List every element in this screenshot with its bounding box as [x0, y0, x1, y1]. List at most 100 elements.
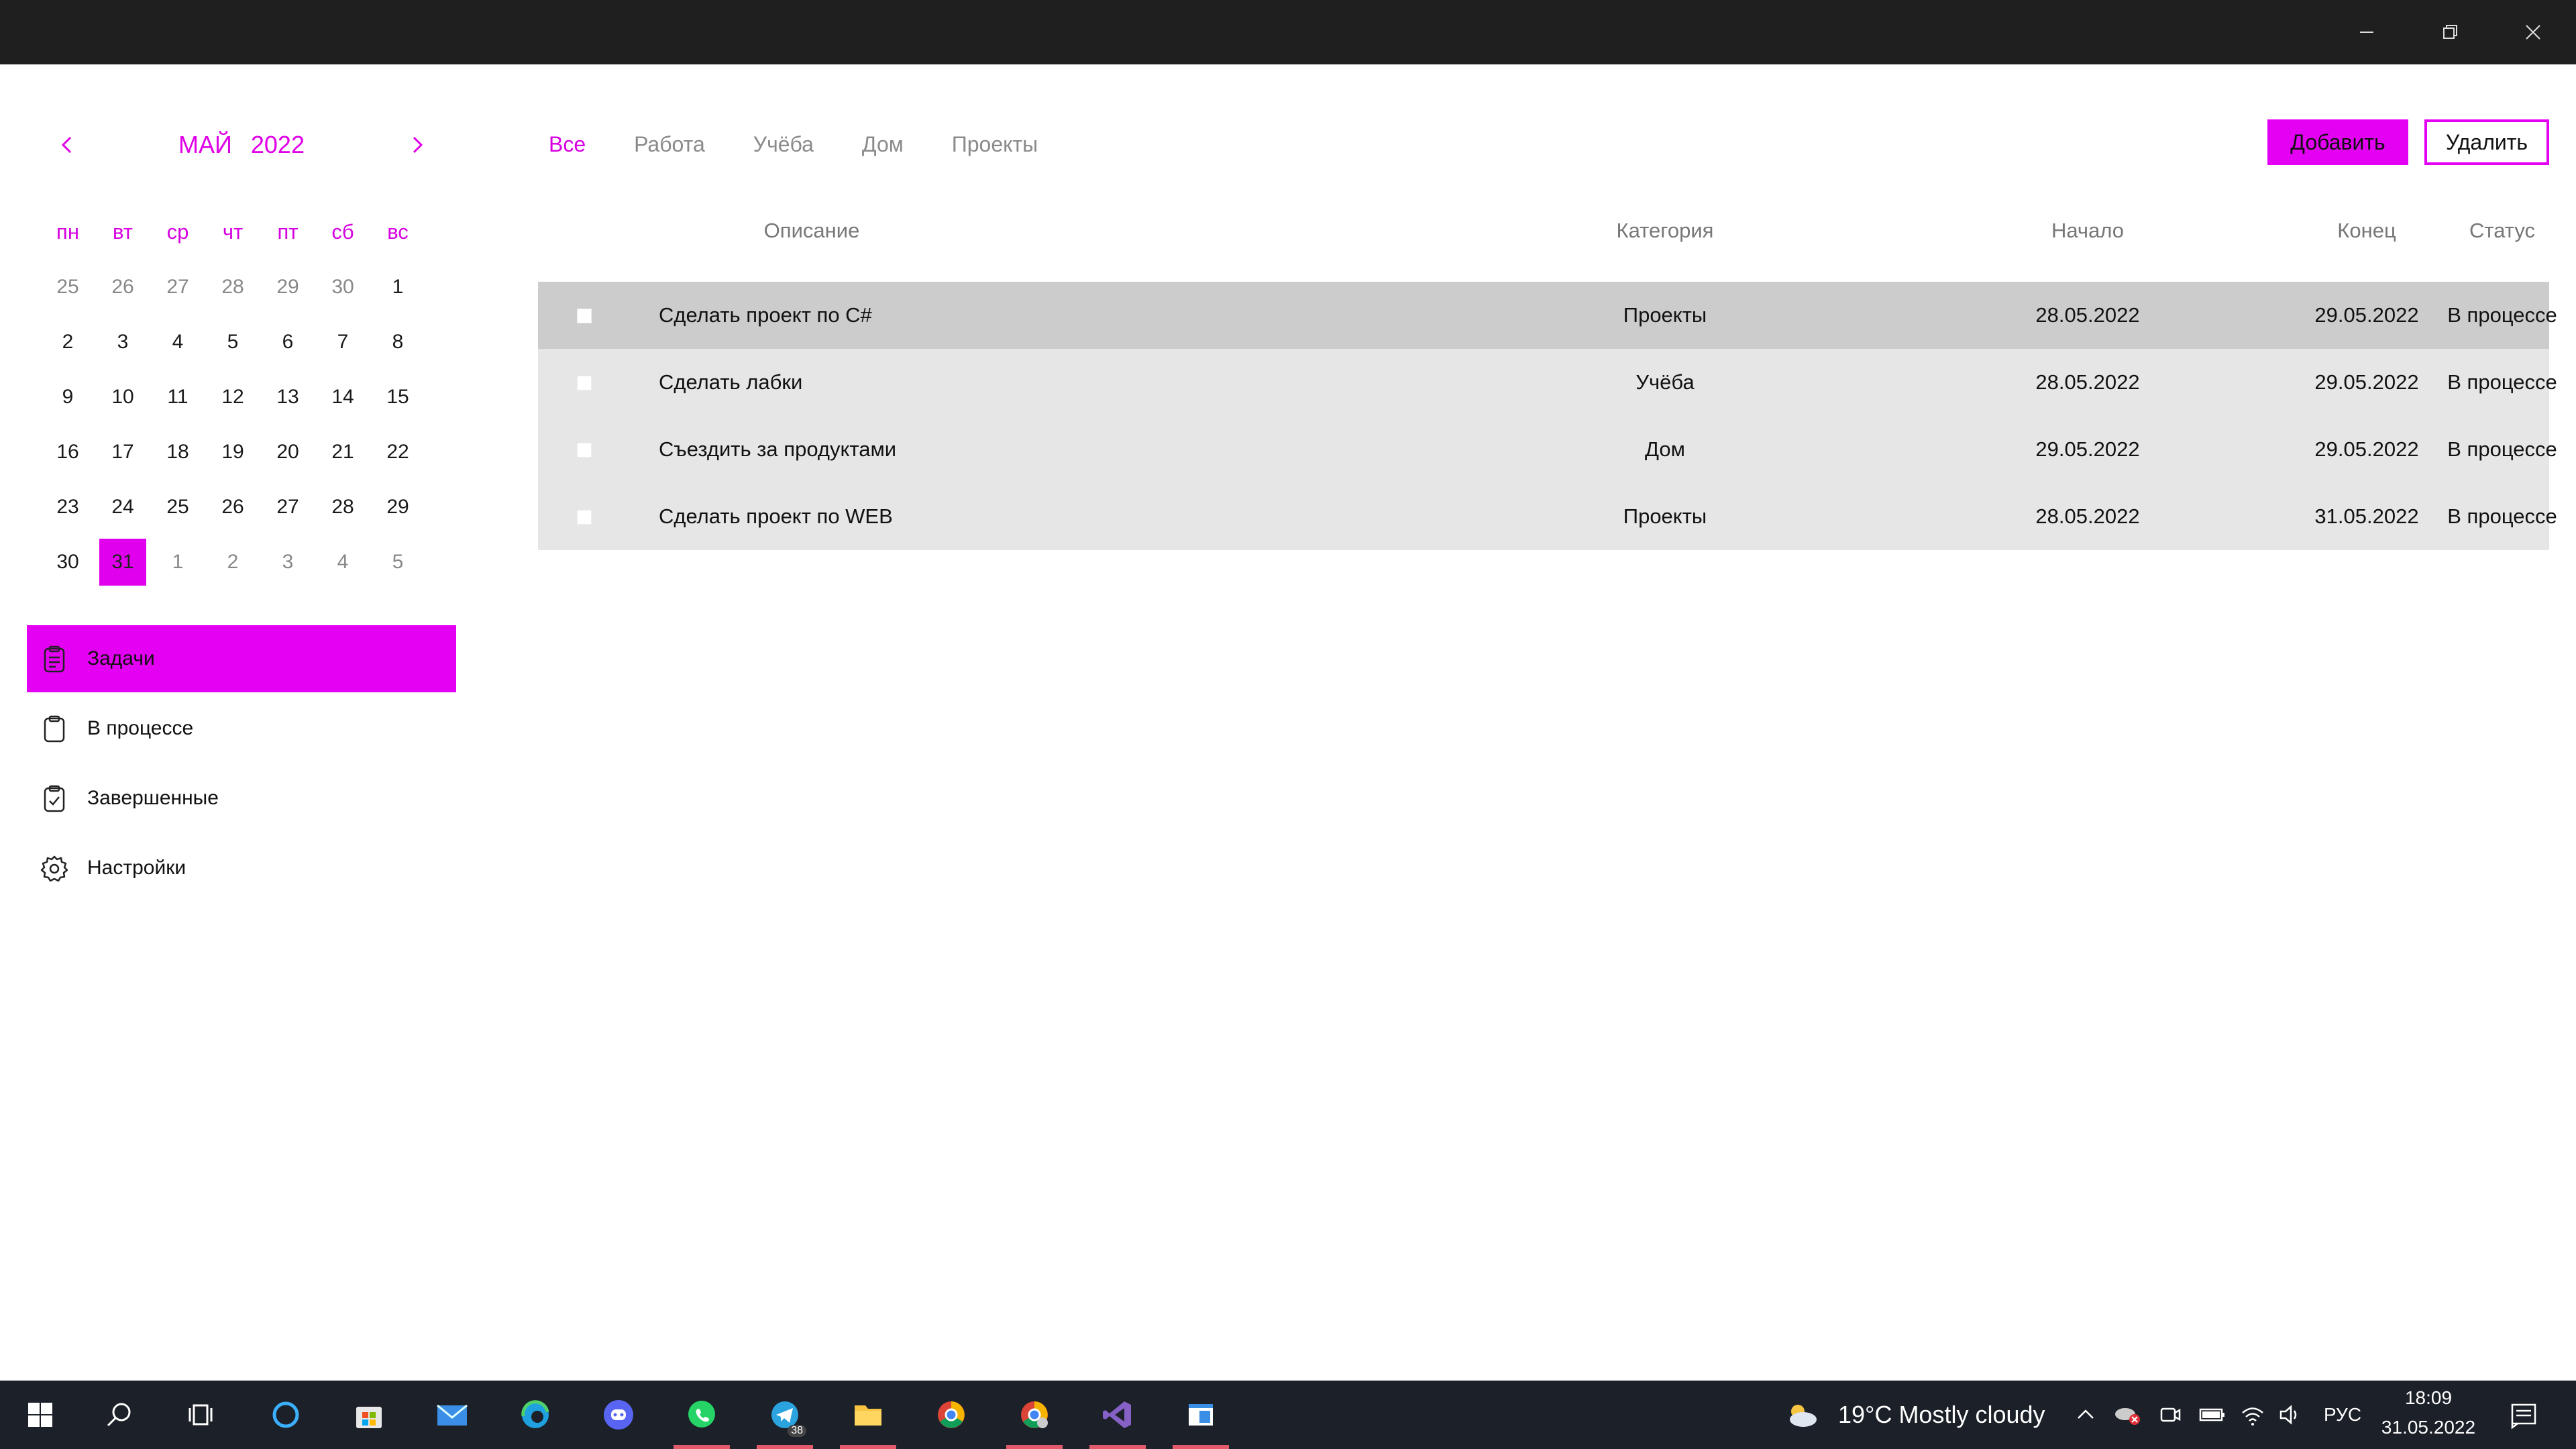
cortana-button[interactable] [246, 1381, 326, 1449]
edge-app-button[interactable] [495, 1381, 576, 1449]
calendar-day[interactable]: 28 [315, 480, 370, 535]
calendar-day[interactable]: 1 [150, 535, 205, 590]
calendar-day[interactable]: 1 [370, 260, 425, 315]
calendar-day[interactable]: 4 [315, 535, 370, 590]
column-header-status[interactable]: Статус [2402, 209, 2576, 252]
nav-item-in-progress[interactable]: В процессе [27, 695, 456, 762]
calendar-day[interactable]: 16 [40, 425, 95, 480]
calendar-day[interactable]: 6 [260, 315, 315, 370]
calendar-day[interactable]: 26 [205, 480, 260, 535]
store-icon [356, 1407, 382, 1428]
visual-studio-app-button[interactable] [1077, 1381, 1158, 1449]
calendar-day[interactable]: 29 [370, 480, 425, 535]
row-checkbox[interactable] [577, 376, 592, 390]
mail-app-button[interactable] [412, 1381, 492, 1449]
column-header-description[interactable]: Описание [704, 209, 919, 252]
selected-day-label: 31 [99, 539, 146, 586]
row-checkbox[interactable] [577, 510, 592, 525]
calendar-day[interactable]: 25 [150, 480, 205, 535]
tab-home[interactable]: Дом [862, 132, 904, 157]
calendar-day[interactable]: 13 [260, 370, 315, 425]
delete-button[interactable]: Удалить [2424, 119, 2549, 165]
calendar-day[interactable]: 30 [40, 535, 95, 590]
calendar-day[interactable]: 10 [95, 370, 150, 425]
calendar-day[interactable]: 5 [205, 315, 260, 370]
nav-label: Задачи [87, 647, 155, 669]
calendar-day[interactable]: 15 [370, 370, 425, 425]
calendar-day[interactable]: 8 [370, 315, 425, 370]
calendar-day[interactable]: 5 [370, 535, 425, 590]
calendar-day-selected[interactable]: 31 [95, 535, 150, 590]
calendar-day[interactable]: 3 [95, 315, 150, 370]
calendar-day[interactable]: 18 [150, 425, 205, 480]
search-button[interactable] [79, 1381, 160, 1449]
table-row[interactable]: Сделать проект по C# Проекты 28.05.2022 … [538, 282, 2557, 349]
volume-icon[interactable] [2278, 1403, 2302, 1426]
calendar-day[interactable]: 28 [205, 260, 260, 315]
whatsapp-app-button[interactable] [661, 1381, 742, 1449]
input-language[interactable]: РУС [2324, 1381, 2361, 1449]
taskbar-clock[interactable]: 18:09 31.05.2022 [2375, 1383, 2482, 1448]
table-row[interactable]: Сделать проект по WEB Проекты 28.05.2022… [538, 483, 2557, 550]
calendar-day[interactable]: 11 [150, 370, 205, 425]
active-app-button[interactable] [1161, 1381, 1241, 1449]
add-button[interactable]: Добавить [2267, 119, 2408, 165]
calendar-day[interactable]: 2 [40, 315, 95, 370]
clipboard-check-icon [39, 784, 70, 814]
calendar-day[interactable]: 17 [95, 425, 150, 480]
calendar-day[interactable]: 14 [315, 370, 370, 425]
chrome-app-button[interactable] [911, 1381, 991, 1449]
table-row[interactable]: Съездить за продуктами Дом 29.05.2022 29… [538, 416, 2557, 483]
explorer-app-button[interactable] [828, 1381, 908, 1449]
close-button[interactable] [2491, 0, 2575, 64]
chevron-up-icon[interactable] [2076, 1405, 2096, 1425]
calendar-day[interactable]: 23 [40, 480, 95, 535]
cell-description: Съездить за продуктами [659, 437, 897, 461]
start-button[interactable] [0, 1381, 80, 1449]
calendar-day[interactable]: 21 [315, 425, 370, 480]
calendar-day[interactable]: 3 [260, 535, 315, 590]
calendar-day[interactable]: 27 [260, 480, 315, 535]
store-app-button[interactable] [329, 1381, 409, 1449]
meet-now-icon[interactable] [2159, 1403, 2182, 1426]
calendar-day[interactable]: 27 [150, 260, 205, 315]
calendar-day[interactable]: 4 [150, 315, 205, 370]
nav-item-settings[interactable]: Настройки [27, 835, 456, 902]
calendar-day[interactable]: 25 [40, 260, 95, 315]
minimize-button[interactable] [2325, 0, 2408, 64]
battery-icon[interactable] [2199, 1405, 2226, 1425]
calendar-day[interactable]: 30 [315, 260, 370, 315]
onedrive-error-icon[interactable] [2113, 1402, 2141, 1428]
calendar-day[interactable]: 22 [370, 425, 425, 480]
chrome-profile-app-button[interactable] [994, 1381, 1075, 1449]
tab-projects[interactable]: Проекты [952, 132, 1038, 157]
calendar-day[interactable]: 29 [260, 260, 315, 315]
calendar-day[interactable]: 12 [205, 370, 260, 425]
discord-app-button[interactable] [578, 1381, 659, 1449]
calendar-day[interactable]: 2 [205, 535, 260, 590]
calendar-day[interactable]: 20 [260, 425, 315, 480]
table-row[interactable]: Сделать лабки Учёба 28.05.2022 29.05.202… [538, 349, 2557, 416]
column-header-start[interactable]: Начало [1987, 209, 2188, 252]
tab-work[interactable]: Работа [634, 132, 705, 157]
column-header-category[interactable]: Категория [1564, 209, 1766, 252]
next-month-button[interactable] [390, 121, 444, 169]
weather-text[interactable]: 19°C Mostly cloudy [1838, 1381, 2045, 1449]
calendar-day[interactable]: 26 [95, 260, 150, 315]
nav-item-completed[interactable]: Завершенные [27, 765, 456, 832]
row-checkbox[interactable] [577, 309, 592, 323]
notifications-icon[interactable] [2509, 1401, 2538, 1430]
calendar-day[interactable]: 7 [315, 315, 370, 370]
cell-start: 28.05.2022 [2035, 370, 2140, 394]
telegram-app-button[interactable]: 38 [745, 1381, 825, 1449]
calendar-day[interactable]: 24 [95, 480, 150, 535]
tab-all[interactable]: Все [549, 132, 586, 157]
tab-study[interactable]: Учёба [753, 132, 814, 157]
calendar-day[interactable]: 19 [205, 425, 260, 480]
nav-item-tasks[interactable]: Задачи [27, 625, 456, 692]
row-checkbox[interactable] [577, 443, 592, 458]
task-view-button[interactable] [161, 1381, 241, 1449]
restore-button[interactable] [2408, 0, 2491, 64]
wifi-icon[interactable] [2241, 1403, 2265, 1426]
calendar-day[interactable]: 9 [40, 370, 95, 425]
